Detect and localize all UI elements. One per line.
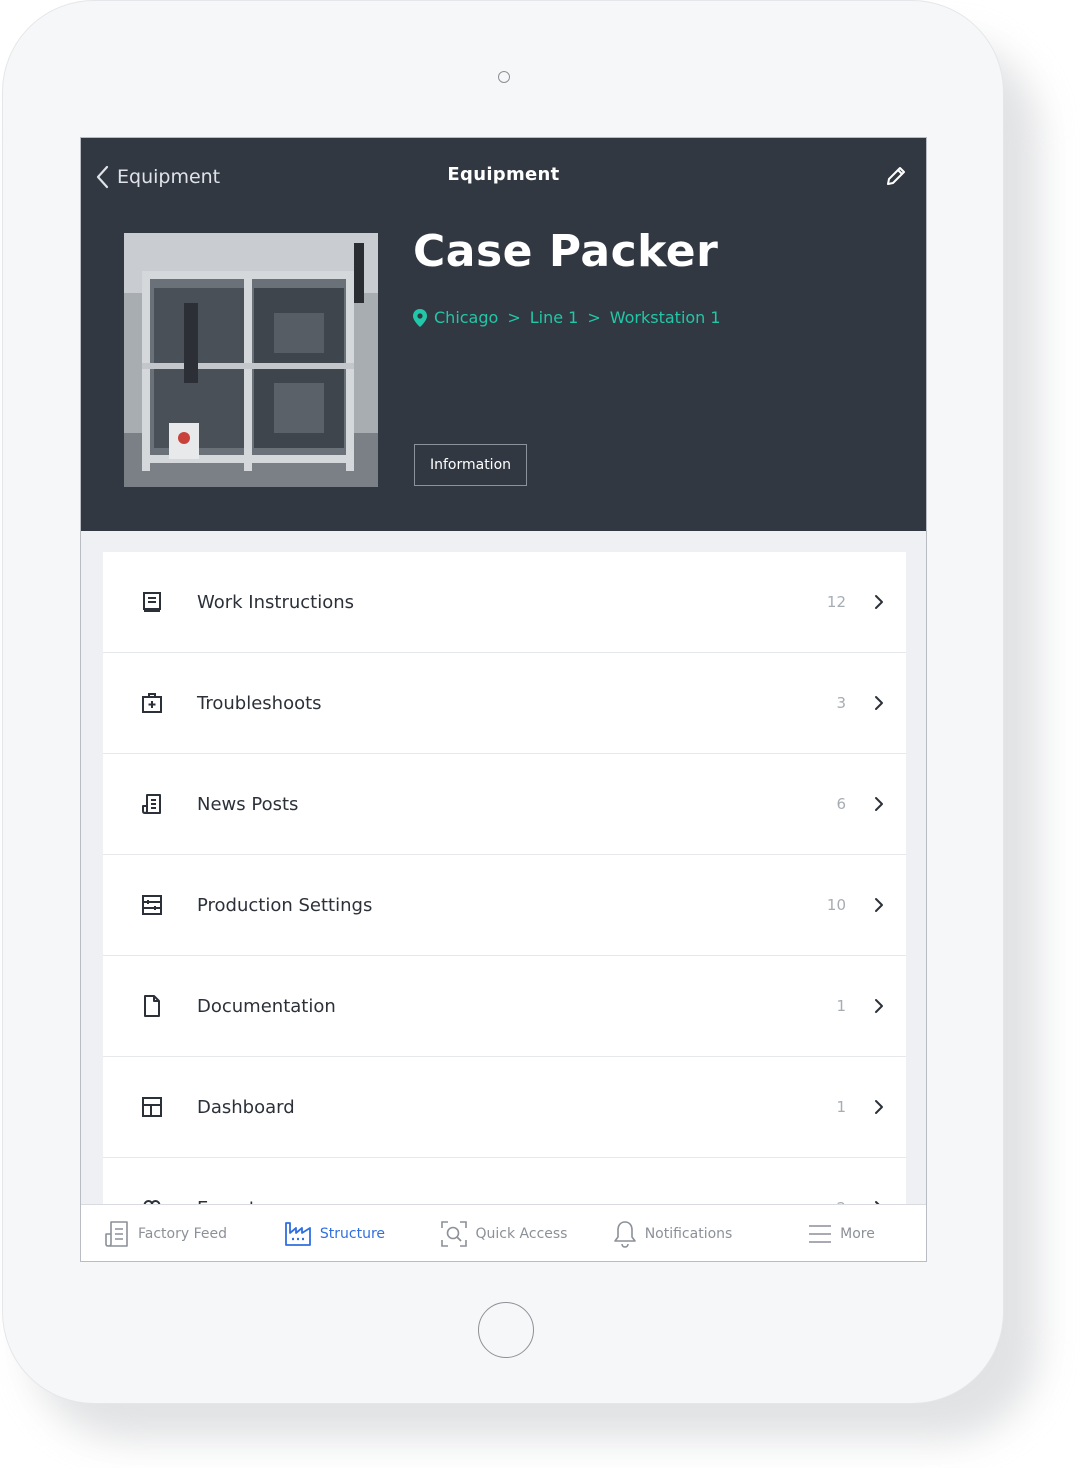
tab-quick-access[interactable]: Quick Access xyxy=(419,1205,588,1261)
camera-lens xyxy=(498,71,510,83)
chevron-right-icon xyxy=(875,696,883,710)
bell-icon xyxy=(613,1221,636,1248)
tab-label: Quick Access xyxy=(475,1226,568,1242)
app-screen: Equipment Equipment Case Packer Chicago … xyxy=(80,137,927,1262)
breadcrumb-line[interactable]: Line 1 xyxy=(530,308,579,327)
list-item-count: 1 xyxy=(836,997,846,1015)
chevron-right-icon xyxy=(875,595,883,609)
location-pin-icon xyxy=(413,308,427,327)
chevron-right-icon xyxy=(875,1100,883,1114)
list-item-documentation[interactable]: Documentation 1 xyxy=(103,956,906,1057)
scan-icon xyxy=(440,1221,467,1247)
equipment-name: Case Packer xyxy=(413,226,719,277)
list-item-work-instructions[interactable]: Work Instructions 12 xyxy=(103,552,906,653)
tab-more[interactable]: More xyxy=(757,1205,926,1261)
menu-icon xyxy=(809,1225,832,1243)
location-breadcrumb: Chicago > Line 1 > Workstation 1 xyxy=(413,308,721,327)
dashboard-icon xyxy=(142,1097,162,1117)
list-item-count: 6 xyxy=(836,795,846,813)
feed-icon xyxy=(105,1221,128,1247)
home-button[interactable] xyxy=(478,1302,534,1358)
list-item-label: Dashboard xyxy=(197,1096,295,1118)
book-icon xyxy=(143,592,161,612)
equipment-header: Equipment Equipment Case Packer Chicago … xyxy=(81,138,926,531)
tab-notifications[interactable]: Notifications xyxy=(588,1205,757,1261)
breadcrumb-separator: > xyxy=(507,308,521,327)
breadcrumb-workstation[interactable]: Workstation 1 xyxy=(610,308,721,327)
breadcrumb-site[interactable]: Chicago xyxy=(434,308,498,327)
factory-icon xyxy=(285,1222,311,1246)
list-item-label: Documentation xyxy=(197,995,336,1017)
list-item-count: 10 xyxy=(826,896,846,914)
list-item-count: 3 xyxy=(836,694,846,712)
list-item-count: 12 xyxy=(826,593,846,611)
document-icon xyxy=(144,995,160,1017)
page-title: Equipment xyxy=(447,164,560,185)
information-button[interactable]: Information xyxy=(414,444,527,486)
pencil-icon[interactable] xyxy=(884,164,908,188)
chevron-right-icon xyxy=(875,797,883,811)
tab-label: Structure xyxy=(319,1226,386,1242)
list-item-count: 1 xyxy=(836,1098,846,1116)
list-item-troubleshoots[interactable]: Troubleshoots 3 xyxy=(103,653,906,754)
list-item-production-settings[interactable]: Production Settings 10 xyxy=(103,855,906,956)
tab-label: Factory Feed xyxy=(138,1226,227,1242)
list-item-label: Work Instructions xyxy=(197,591,355,613)
newspaper-icon xyxy=(142,794,161,814)
sliders-icon xyxy=(142,895,162,915)
first-aid-kit-icon xyxy=(142,693,162,713)
bottom-tab-bar: Factory Feed Structure Quick Access Noti… xyxy=(81,1204,926,1261)
tab-label: More xyxy=(840,1226,875,1242)
chevron-right-icon xyxy=(875,898,883,912)
list-item-news-posts[interactable]: News Posts 6 xyxy=(103,754,906,855)
equipment-content-list: Work Instructions 12 Troubleshoots 3 New… xyxy=(103,552,906,1259)
breadcrumb-separator: > xyxy=(587,308,601,327)
list-item-label: Troubleshoots xyxy=(197,692,322,714)
list-item-label: News Posts xyxy=(197,793,299,815)
machine-image xyxy=(124,233,378,487)
tab-structure[interactable]: Structure xyxy=(250,1205,419,1261)
list-item-label: Production Settings xyxy=(197,894,373,916)
list-item-dashboard[interactable]: Dashboard 1 xyxy=(103,1057,906,1158)
tab-label: Notifications xyxy=(644,1226,733,1242)
tab-factory-feed[interactable]: Factory Feed xyxy=(81,1205,250,1261)
equipment-photo xyxy=(124,233,378,487)
chevron-right-icon xyxy=(875,999,883,1013)
